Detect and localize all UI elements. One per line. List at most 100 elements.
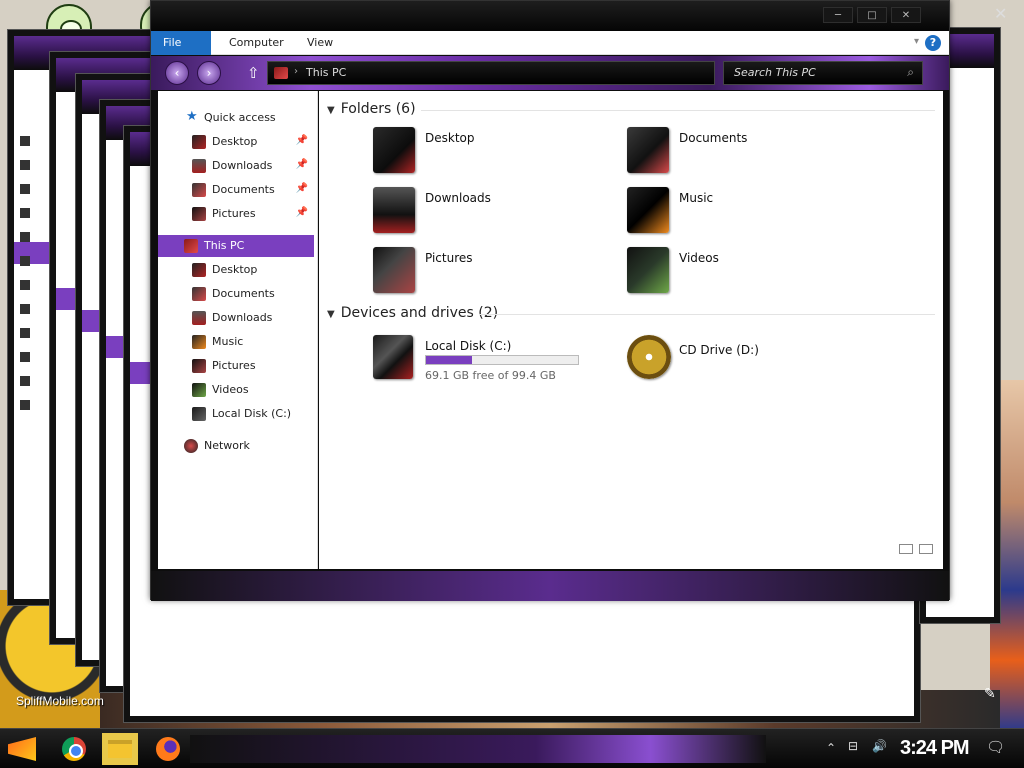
pin-icon[interactable]: 📌 (296, 207, 308, 218)
drive-usage-fill (426, 356, 473, 364)
details-view-icon[interactable] (899, 544, 913, 554)
view-switcher (893, 543, 933, 557)
taskbar: ⌃ ⊟ 🔊 3:24 PM 🗨 (0, 728, 1024, 768)
sidebar-item-pc-downloads[interactable]: Downloads (158, 307, 314, 329)
sidebar-item-pc-documents[interactable]: Documents (158, 283, 314, 305)
pictures-icon (192, 207, 206, 221)
drive-tile-cd[interactable]: CD Drive (D:) (627, 335, 867, 385)
pictures-folder-icon (373, 247, 415, 293)
start-button[interactable] (8, 737, 36, 761)
navigation-pane: ★ Quick access Desktop 📌 Downloads 📌 Doc… (158, 91, 318, 569)
downloads-icon (192, 311, 206, 325)
address-bar[interactable]: › This PC (267, 61, 715, 85)
close-icon[interactable]: ✕ (994, 4, 1007, 23)
folder-tile-videos[interactable]: Videos (627, 247, 867, 297)
documents-folder-icon (627, 127, 669, 173)
documents-icon (192, 287, 206, 301)
pictures-icon (192, 359, 206, 373)
music-icon (192, 335, 206, 349)
tab-view[interactable]: View (295, 31, 345, 55)
sidebar-item-pictures[interactable]: Pictures 📌 (158, 203, 314, 225)
taskbar-clock[interactable]: 3:24 PM (900, 737, 970, 760)
large-icons-view-icon[interactable] (919, 544, 933, 554)
group-divider (421, 110, 935, 111)
pencil-icon[interactable]: ✎ (984, 686, 996, 702)
firefox-icon (156, 737, 180, 761)
navigation-bar: ‹ › ⇧ › This PC Search This PC ⌕ (151, 56, 949, 90)
sidebar-item-downloads[interactable]: Downloads 📌 (158, 155, 314, 177)
speaker-icon[interactable]: 🔊 (872, 739, 887, 753)
network-tray-icon[interactable]: ⊟ (848, 739, 858, 753)
explorer-window[interactable]: ─ □ ✕ File Computer View ▾ ? ‹ › ⇧ › Thi… (150, 0, 950, 601)
videos-folder-icon (627, 247, 669, 293)
group-header-devices[interactable]: ▼ Devices and drives (2) (327, 305, 498, 321)
notification-icon[interactable]: 🗨 (986, 738, 1005, 756)
forward-button[interactable]: › (197, 61, 221, 85)
pin-icon[interactable]: 📌 (296, 183, 308, 194)
maximize-button[interactable]: □ (857, 7, 887, 23)
sidebar-item-pc-desktop[interactable]: Desktop (158, 259, 314, 281)
folder-tile-downloads[interactable]: Downloads (373, 187, 613, 237)
window-bottom-border (151, 571, 949, 601)
content-area: ▼ Folders (6) Desktop Documents Downloads… (319, 91, 943, 569)
folder-tile-desktop[interactable]: Desktop (373, 127, 613, 177)
chevron-down-icon[interactable]: ▾ (914, 36, 919, 47)
sidebar-item-pc-videos[interactable]: Videos (158, 379, 314, 401)
ribbon-tabs: File Computer View ▾ ? (151, 31, 949, 55)
pin-icon[interactable]: 📌 (296, 159, 308, 170)
group-divider (479, 314, 935, 315)
tab-file[interactable]: File (151, 31, 211, 55)
back-button[interactable]: ‹ (165, 61, 189, 85)
search-icon[interactable]: ⌕ (907, 65, 914, 80)
help-icon[interactable]: ? (925, 35, 941, 51)
up-arrow-icon[interactable]: ⇧ (247, 64, 260, 82)
title-bar[interactable]: ─ □ ✕ (151, 1, 949, 31)
taskbar-app-firefox[interactable] (150, 733, 186, 765)
folder-tile-music[interactable]: Music (627, 187, 867, 237)
taskbar-decoration (190, 735, 766, 763)
music-folder-icon (627, 187, 669, 233)
this-pc-icon (184, 239, 198, 253)
minimize-button[interactable]: ─ (823, 7, 853, 23)
sidebar-item-pc-music[interactable]: Music (158, 331, 314, 353)
close-button[interactable]: ✕ (891, 7, 921, 23)
pin-icon[interactable]: 📌 (296, 135, 308, 146)
sidebar-item-pc-local-disk[interactable]: Local Disk (C:) (158, 403, 314, 425)
sidebar-item-pc-pictures[interactable]: Pictures (158, 355, 314, 377)
this-pc-icon (274, 67, 288, 79)
wallpaper-watermark: SpliffMobile.com (16, 694, 104, 708)
desktop-icon (192, 263, 206, 277)
tab-computer[interactable]: Computer (217, 31, 296, 55)
downloads-icon (192, 159, 206, 173)
downloads-folder-icon (373, 187, 415, 233)
search-input[interactable]: Search This PC ⌕ (723, 61, 923, 85)
folder-icon (108, 740, 132, 758)
drive-usage-bar (425, 355, 579, 365)
drive-tile-local-disk[interactable]: Local Disk (C:) 69.1 GB free of 99.4 GB (373, 335, 613, 385)
sidebar-item-documents[interactable]: Documents 📌 (158, 179, 314, 201)
documents-icon (192, 183, 206, 197)
cd-drive-icon (627, 335, 671, 379)
sidebar-item-network[interactable]: Network (158, 435, 314, 457)
videos-icon (192, 383, 206, 397)
chevron-up-icon[interactable]: ⌃ (826, 741, 836, 755)
breadcrumb[interactable]: This PC (306, 66, 346, 79)
breadcrumb-separator: › (294, 66, 298, 77)
star-icon: ★ (186, 109, 198, 124)
background-window-list (20, 136, 30, 424)
sidebar-item-desktop[interactable]: Desktop 📌 (158, 131, 314, 153)
collapse-arrow-icon[interactable]: ▼ (327, 105, 335, 116)
sidebar-item-this-pc[interactable]: This PC (158, 235, 314, 257)
network-icon (184, 439, 198, 453)
taskbar-app-file-explorer[interactable] (102, 733, 138, 765)
group-header-folders[interactable]: ▼ Folders (6) (327, 101, 416, 117)
disk-icon (192, 407, 206, 421)
hard-disk-icon (373, 335, 413, 379)
collapse-arrow-icon[interactable]: ▼ (327, 309, 335, 320)
folder-tile-pictures[interactable]: Pictures (373, 247, 613, 297)
search-placeholder: Search This PC (734, 66, 816, 79)
nav-quick-access[interactable]: ★ Quick access (158, 107, 314, 129)
folder-tile-documents[interactable]: Documents (627, 127, 867, 177)
taskbar-app-chrome[interactable] (56, 733, 92, 765)
desktop-icon (192, 135, 206, 149)
